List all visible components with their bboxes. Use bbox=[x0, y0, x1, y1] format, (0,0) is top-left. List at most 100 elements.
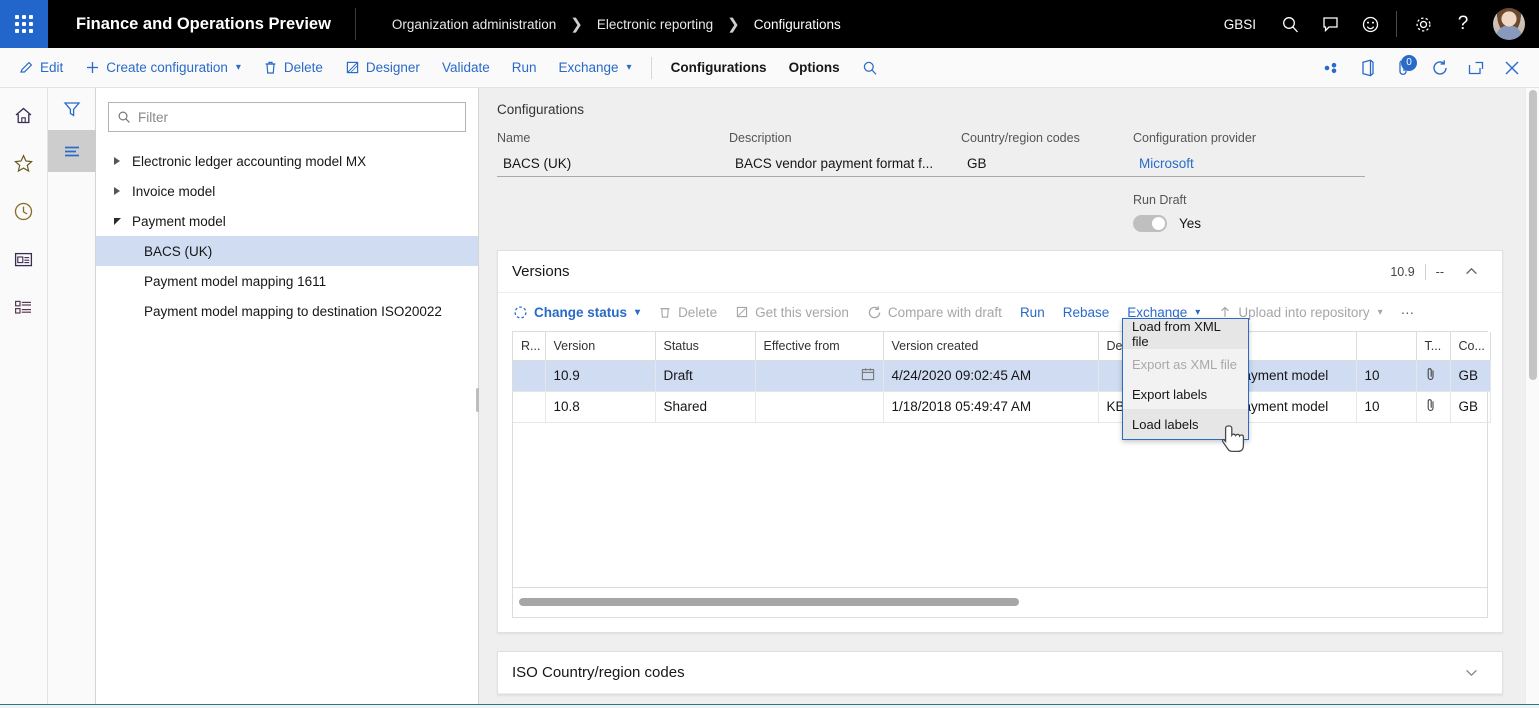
chevron-right-icon[interactable] bbox=[102, 187, 132, 195]
breadcrumb-item-2[interactable]: Configurations bbox=[748, 17, 847, 32]
delete-button[interactable]: Delete bbox=[252, 53, 334, 83]
chevron-right-icon[interactable] bbox=[102, 157, 132, 165]
cell-effective-from[interactable] bbox=[755, 360, 883, 391]
cell-effective-from[interactable] bbox=[755, 391, 883, 422]
grid-empty-area bbox=[513, 423, 1487, 588]
col-version[interactable]: Version bbox=[545, 332, 655, 360]
tree-item-payment-model[interactable]: Payment model bbox=[96, 206, 478, 236]
col-attachment[interactable]: T... bbox=[1416, 332, 1450, 360]
share-views-icon[interactable] bbox=[1315, 51, 1349, 85]
tab-options[interactable]: Options bbox=[778, 53, 851, 83]
tree-item-bacs-uk[interactable]: BACS (UK) bbox=[96, 236, 478, 266]
grid-horizontal-scrollbar[interactable] bbox=[512, 588, 1488, 618]
rebase-button[interactable]: Rebase bbox=[1054, 298, 1119, 326]
tree-filter-input[interactable]: Filter bbox=[108, 102, 466, 132]
feedback-smiley-icon[interactable] bbox=[1350, 0, 1390, 48]
favorites-star-icon[interactable] bbox=[7, 148, 41, 178]
refresh-icon[interactable] bbox=[1423, 51, 1457, 85]
tab-configurations[interactable]: Configurations bbox=[660, 53, 778, 83]
menu-item-load-from-xml-file[interactable]: Load from XML file bbox=[1123, 319, 1248, 349]
home-icon[interactable] bbox=[7, 100, 41, 130]
settings-gear-icon[interactable] bbox=[1403, 0, 1443, 48]
run-draft-toggle-row: Yes bbox=[1133, 215, 1365, 232]
cell-attachment[interactable] bbox=[1416, 360, 1450, 391]
iso-section-header[interactable]: ISO Country/region codes bbox=[498, 652, 1502, 694]
table-row[interactable]: 10.8 Shared 1/18/2018 05:49:47 AM KB4 Pa… bbox=[513, 391, 1490, 422]
search-icon[interactable] bbox=[1270, 0, 1310, 48]
close-icon[interactable] bbox=[1495, 51, 1529, 85]
tree-item-payment-model-mapping-1611[interactable]: Payment model mapping 1611 bbox=[96, 266, 478, 296]
run-draft-label: Run Draft bbox=[1133, 193, 1365, 207]
navigation-rail bbox=[0, 88, 48, 708]
chevron-down-icon: ▾ bbox=[635, 307, 640, 318]
toolbar-divider bbox=[1396, 11, 1397, 37]
field-provider-value[interactable]: Microsoft bbox=[1133, 151, 1365, 177]
field-name-value[interactable]: BACS (UK) bbox=[497, 151, 729, 177]
filter-funnel-icon[interactable] bbox=[48, 88, 96, 130]
tree-item-payment-model-mapping-iso20022[interactable]: Payment model mapping to destination ISO… bbox=[96, 296, 478, 326]
office-app-icon[interactable] bbox=[1351, 51, 1385, 85]
tree-item-electronic-ledger-accounting-model-mx[interactable]: Electronic ledger accounting model MX bbox=[96, 146, 478, 176]
versions-section-header[interactable]: Versions 10.9 -- bbox=[498, 251, 1502, 293]
grid-horizontal-scroll-thumb[interactable] bbox=[519, 598, 1019, 606]
tree-list-view-icon[interactable] bbox=[48, 130, 96, 172]
cell-country[interactable]: GB bbox=[1450, 391, 1490, 422]
versions-header-summary: 10.9 -- bbox=[1380, 255, 1488, 289]
user-avatar[interactable] bbox=[1493, 8, 1525, 40]
cell-status[interactable]: Shared bbox=[655, 391, 755, 422]
cell-version[interactable]: 10.9 bbox=[545, 360, 655, 391]
cell-base-model-number[interactable]: 10 bbox=[1356, 391, 1416, 422]
chevron-down-icon[interactable] bbox=[102, 218, 132, 225]
toolbar-search-icon[interactable] bbox=[851, 53, 889, 83]
cell-base-model-number[interactable]: 10 bbox=[1356, 360, 1416, 391]
breadcrumb-item-1[interactable]: Electronic reporting bbox=[591, 17, 719, 32]
col-country[interactable]: Co... bbox=[1450, 332, 1490, 360]
app-launcher-waffle-icon[interactable] bbox=[0, 0, 48, 48]
exchange-menu-button[interactable]: Exchange ▾ bbox=[548, 53, 643, 83]
breadcrumb-item-0[interactable]: Organization administration bbox=[386, 17, 562, 32]
menu-item-export-labels[interactable]: Export labels bbox=[1123, 379, 1248, 409]
designer-button[interactable]: Designer bbox=[334, 53, 431, 83]
cell-status[interactable]: Draft bbox=[655, 360, 755, 391]
edit-button[interactable]: Edit bbox=[8, 53, 74, 83]
recent-clock-icon[interactable] bbox=[7, 196, 41, 226]
col-effective-from[interactable]: Effective from bbox=[755, 332, 883, 360]
col-version-created[interactable]: Version created bbox=[883, 332, 1098, 360]
col-r[interactable]: R... bbox=[513, 332, 545, 360]
tree-item-invoice-model[interactable]: Invoice model bbox=[96, 176, 478, 206]
page-vertical-scrollbar[interactable] bbox=[1525, 88, 1539, 708]
version-run-button[interactable]: Run bbox=[1011, 298, 1054, 326]
modules-list-icon[interactable] bbox=[7, 292, 41, 322]
cell-version[interactable]: 10.8 bbox=[545, 391, 655, 422]
workspaces-icon[interactable] bbox=[7, 244, 41, 274]
top-navigation-bar: Finance and Operations Preview Organizat… bbox=[0, 0, 1539, 48]
col-base-model-number[interactable] bbox=[1356, 332, 1416, 360]
cell-r bbox=[513, 360, 545, 391]
help-question-icon[interactable]: ? bbox=[1443, 0, 1483, 48]
field-country-value[interactable]: GB bbox=[961, 151, 1133, 177]
field-description-value[interactable]: BACS vendor payment format f... bbox=[729, 151, 961, 177]
validate-button[interactable]: Validate bbox=[431, 53, 501, 83]
run-button[interactable]: Run bbox=[501, 53, 548, 83]
attachments-badge: 0 bbox=[1401, 55, 1417, 71]
message-icon[interactable] bbox=[1310, 0, 1350, 48]
designer-button-label: Designer bbox=[366, 60, 420, 75]
run-draft-toggle[interactable] bbox=[1133, 215, 1167, 232]
toolbar-divider bbox=[651, 57, 652, 79]
attachments-icon[interactable]: 0 bbox=[1387, 51, 1421, 85]
versions-overflow-button[interactable]: ··· bbox=[1392, 298, 1424, 326]
cell-country[interactable]: GB bbox=[1450, 360, 1490, 391]
create-configuration-button[interactable]: Create configuration ▾ bbox=[74, 53, 252, 83]
collapse-chevron-up-icon[interactable] bbox=[1454, 255, 1488, 289]
company-code[interactable]: GBSI bbox=[1210, 17, 1270, 32]
tree-filter-placeholder: Filter bbox=[138, 110, 168, 125]
expand-chevron-down-icon[interactable] bbox=[1454, 655, 1488, 689]
col-status[interactable]: Status bbox=[655, 332, 755, 360]
change-status-button[interactable]: Change status ▾ bbox=[504, 298, 649, 326]
cell-version-created[interactable]: 1/18/2018 05:49:47 AM bbox=[883, 391, 1098, 422]
field-description-label: Description bbox=[729, 131, 961, 145]
table-row[interactable]: 10.9 Draft 4/24/2020 09:02:45 AM Payment… bbox=[513, 360, 1490, 391]
open-in-new-window-icon[interactable] bbox=[1459, 51, 1493, 85]
cell-attachment[interactable] bbox=[1416, 391, 1450, 422]
cell-version-created[interactable]: 4/24/2020 09:02:45 AM bbox=[883, 360, 1098, 391]
